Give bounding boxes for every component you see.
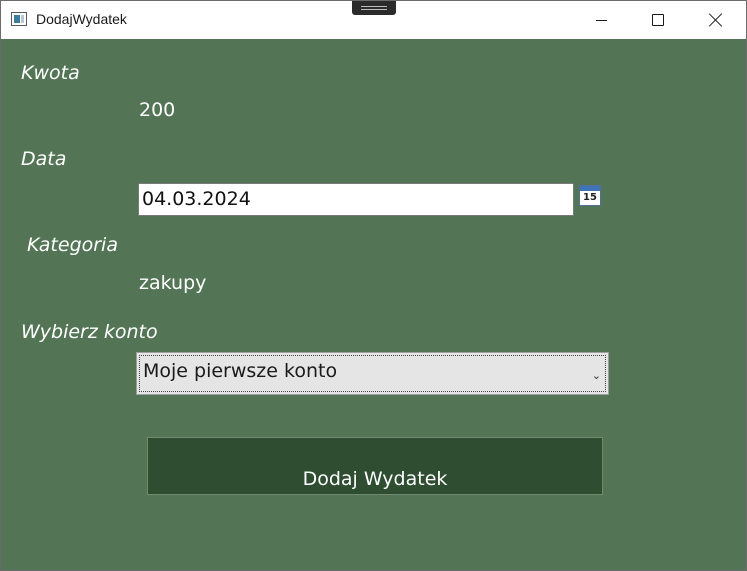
close-icon: [709, 13, 723, 27]
calendar-icon[interactable]: 15: [579, 185, 601, 206]
chevron-down-icon: ⌄: [591, 369, 601, 382]
amount-label: Kwota: [21, 62, 80, 84]
account-select[interactable]: Moje pierwsze konto ⌄: [136, 352, 609, 395]
close-button[interactable]: [688, 1, 744, 39]
account-select-value: Moje pierwsze konto: [143, 360, 338, 382]
app-window: DodajWydatek Kwota 200 Data 04.03.2024 1…: [0, 0, 747, 571]
category-label: Kategoria: [27, 234, 118, 256]
snap-grip-handle[interactable]: [352, 1, 396, 15]
calendar-day: 15: [583, 192, 597, 203]
add-expense-button-label: Dodaj Wydatek: [302, 468, 448, 490]
maximize-icon: [652, 14, 664, 26]
window-title: DodajWydatek: [36, 11, 127, 27]
category-value: zakupy: [139, 272, 207, 294]
minimize-icon: [595, 19, 607, 21]
minimize-button[interactable]: [573, 1, 629, 39]
window-app-icon: [11, 12, 27, 26]
add-expense-button[interactable]: Dodaj Wydatek: [147, 437, 603, 495]
account-label: Wybierz konto: [21, 321, 158, 343]
date-input[interactable]: 04.03.2024: [138, 183, 574, 216]
amount-value: 200: [139, 99, 176, 121]
maximize-button[interactable]: [630, 1, 686, 39]
date-label: Data: [21, 148, 67, 170]
title-bar[interactable]: DodajWydatek: [1, 1, 746, 39]
